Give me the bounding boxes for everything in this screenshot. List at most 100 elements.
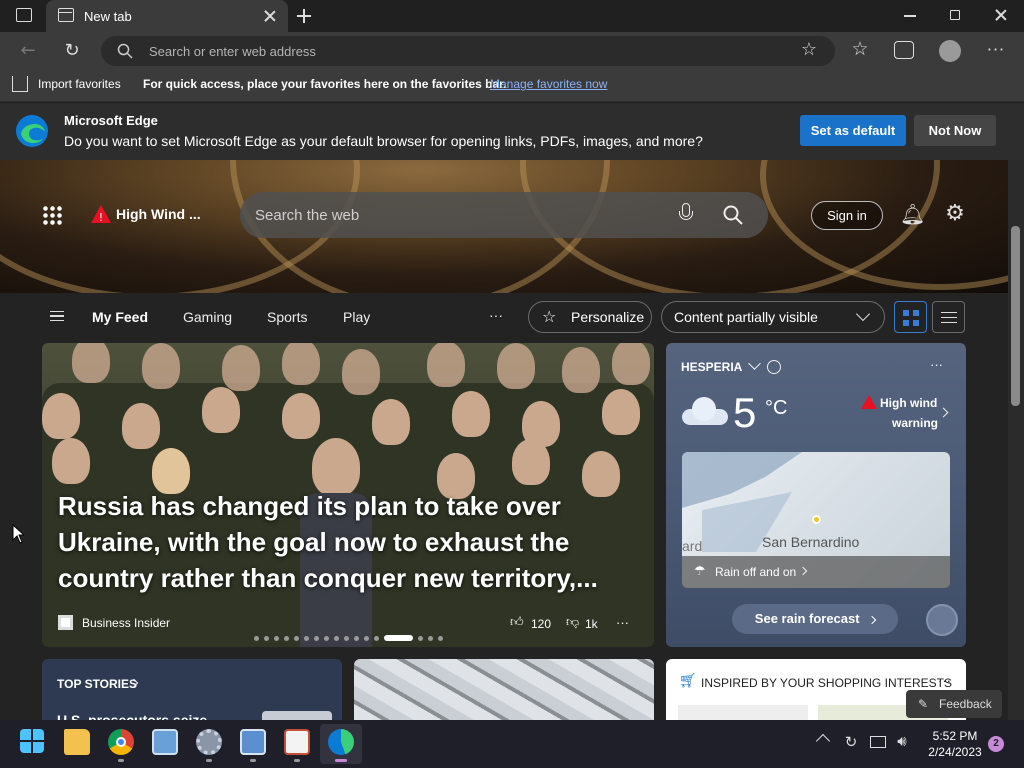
office-app-icon[interactable] bbox=[284, 729, 310, 755]
weather-alert-line1[interactable]: High wind bbox=[880, 396, 937, 410]
carousel-dot[interactable] bbox=[374, 636, 379, 641]
tab-actions-icon[interactable] bbox=[16, 8, 32, 22]
apps-grid-icon[interactable] bbox=[42, 205, 62, 225]
weather-avatar-icon[interactable] bbox=[926, 604, 958, 636]
tab-new-tab[interactable]: New tab bbox=[46, 0, 288, 32]
story-more-button[interactable]: ··· bbox=[616, 615, 629, 630]
manage-favorites-link[interactable]: Manage favorites now bbox=[490, 77, 607, 91]
weather-alert-line2[interactable]: warning bbox=[892, 416, 938, 430]
remote-desktop-icon[interactable] bbox=[240, 729, 266, 755]
settings-more-icon[interactable]: ··· bbox=[984, 40, 1008, 59]
profile-avatar-icon[interactable] bbox=[939, 40, 961, 62]
microphone-icon[interactable] bbox=[678, 203, 694, 227]
weather-alert-link[interactable]: High Wind ... bbox=[116, 206, 201, 222]
address-placeholder: Search or enter web address bbox=[149, 44, 316, 59]
story-source[interactable]: Business Insider bbox=[82, 616, 170, 630]
carousel-dot[interactable] bbox=[254, 636, 259, 641]
settings-gear-icon[interactable] bbox=[196, 729, 222, 755]
top-stories-card[interactable]: TOP STORIES U.S. prosecutors seize bbox=[42, 659, 342, 728]
tab-sports[interactable]: Sports bbox=[267, 309, 307, 325]
chevron-right-icon[interactable] bbox=[938, 407, 949, 418]
carousel-dot[interactable] bbox=[364, 636, 369, 641]
thumbs-down-icon[interactable]: 👎︎ bbox=[566, 615, 579, 630]
volume-icon[interactable]: 🔊︎ bbox=[892, 732, 912, 750]
carousel-dot[interactable] bbox=[418, 636, 423, 641]
carousel-dot[interactable] bbox=[264, 636, 269, 641]
notifications-bell-icon[interactable]: 🔔︎ bbox=[900, 202, 925, 226]
shopping-title[interactable]: INSPIRED BY YOUR SHOPPING INTERESTS bbox=[701, 676, 952, 690]
start-windows-icon[interactable] bbox=[20, 729, 44, 753]
new-tab-icon bbox=[58, 8, 74, 22]
close-tab-icon[interactable] bbox=[264, 10, 276, 22]
import-favorites-link[interactable]: Import favorites bbox=[38, 77, 121, 91]
headline[interactable]: Russia has changed its plan to take over… bbox=[58, 488, 638, 596]
file-explorer-icon[interactable] bbox=[64, 729, 90, 755]
minimize-icon[interactable] bbox=[904, 15, 916, 17]
chrome-icon[interactable] bbox=[108, 729, 134, 755]
tab-my-feed[interactable]: My Feed bbox=[92, 309, 148, 325]
favorites-icon[interactable]: ☆ bbox=[848, 38, 872, 60]
tab-title: New tab bbox=[84, 9, 132, 24]
carousel-dot[interactable] bbox=[304, 636, 309, 641]
carousel-dot[interactable] bbox=[354, 636, 359, 641]
location-pin-icon bbox=[812, 515, 821, 524]
edge-taskbar-icon[interactable] bbox=[328, 729, 354, 755]
carousel-dot[interactable] bbox=[324, 636, 329, 641]
collections-icon[interactable] bbox=[894, 41, 914, 59]
address-bar[interactable]: Search or enter web address ☆ bbox=[101, 36, 835, 66]
carousel-dot-active[interactable] bbox=[384, 635, 413, 641]
see-rain-forecast-button[interactable]: See rain forecast bbox=[732, 604, 898, 634]
web-search-box[interactable]: Search the web bbox=[240, 192, 768, 238]
notification-badge[interactable]: 2 bbox=[988, 736, 1004, 752]
weather-location[interactable]: HESPERIA bbox=[681, 360, 742, 374]
weather-more-button[interactable]: ··· bbox=[930, 357, 943, 372]
snow-neighborhood-card[interactable] bbox=[354, 659, 654, 720]
task-manager-icon[interactable] bbox=[152, 729, 178, 755]
back-arrow-icon[interactable]: ← bbox=[17, 40, 39, 61]
carousel-dot[interactable] bbox=[334, 636, 339, 641]
thumbs-up-icon[interactable]: 👍︎ bbox=[510, 615, 524, 630]
shopping-more-button[interactable]: ··· bbox=[938, 673, 951, 688]
list-view-button[interactable] bbox=[932, 301, 965, 333]
feed-menu-icon[interactable] bbox=[50, 311, 64, 321]
globe-icon[interactable] bbox=[767, 360, 781, 374]
web-search-placeholder: Search the web bbox=[255, 207, 360, 224]
sync-icon[interactable]: ↻ bbox=[842, 733, 860, 751]
carousel-dot[interactable] bbox=[284, 636, 289, 641]
content-visibility-dropdown[interactable]: Content partially visible bbox=[661, 301, 885, 333]
network-icon[interactable] bbox=[870, 736, 886, 748]
add-favorite-star-icon[interactable]: ☆ bbox=[797, 39, 821, 60]
grid-view-button[interactable] bbox=[894, 301, 927, 333]
not-now-button[interactable]: Not Now bbox=[914, 115, 996, 146]
sign-in-button[interactable]: Sign in bbox=[811, 201, 883, 230]
top-stories-title[interactable]: TOP STORIES bbox=[57, 677, 137, 691]
close-window-icon[interactable] bbox=[995, 9, 1007, 21]
scrollbar-thumb[interactable] bbox=[1011, 226, 1020, 406]
refresh-icon[interactable]: ↻ bbox=[61, 40, 83, 61]
search-submit-icon[interactable] bbox=[723, 205, 743, 225]
like-count: 120 bbox=[531, 617, 552, 631]
tab-gaming[interactable]: Gaming bbox=[183, 309, 232, 325]
carousel-dot[interactable] bbox=[344, 636, 349, 641]
sparkle-star-icon: ☆ bbox=[542, 307, 557, 326]
page-settings-gear-icon[interactable]: ⚙ bbox=[943, 201, 967, 226]
tab-play[interactable]: Play bbox=[343, 309, 370, 325]
restore-icon[interactable] bbox=[950, 10, 960, 20]
chevron-down-icon[interactable] bbox=[748, 357, 761, 370]
rain-summary-bar[interactable]: ☂ Rain off and on bbox=[682, 556, 950, 588]
feed-more-button[interactable]: ··· bbox=[489, 307, 503, 323]
cloud-icon bbox=[682, 395, 728, 425]
carousel-dot[interactable] bbox=[438, 636, 443, 641]
system-clock[interactable]: 5:52 PM 2/24/2023 bbox=[920, 728, 990, 760]
carousel-dot[interactable] bbox=[294, 636, 299, 641]
personalize-button[interactable]: ☆ Personalize bbox=[528, 301, 652, 333]
carousel-dot[interactable] bbox=[428, 636, 433, 641]
clock-time: 5:52 PM bbox=[932, 729, 978, 743]
new-tab-plus-icon[interactable] bbox=[297, 9, 311, 23]
main-news-card[interactable]: Russia has changed its plan to take over… bbox=[42, 343, 654, 647]
carousel-dot[interactable] bbox=[274, 636, 279, 641]
feedback-button[interactable]: ✎ Feedback bbox=[906, 690, 1002, 718]
set-as-default-button[interactable]: Set as default bbox=[800, 115, 906, 146]
carousel-dot[interactable] bbox=[314, 636, 319, 641]
business-insider-logo-icon bbox=[58, 615, 73, 630]
